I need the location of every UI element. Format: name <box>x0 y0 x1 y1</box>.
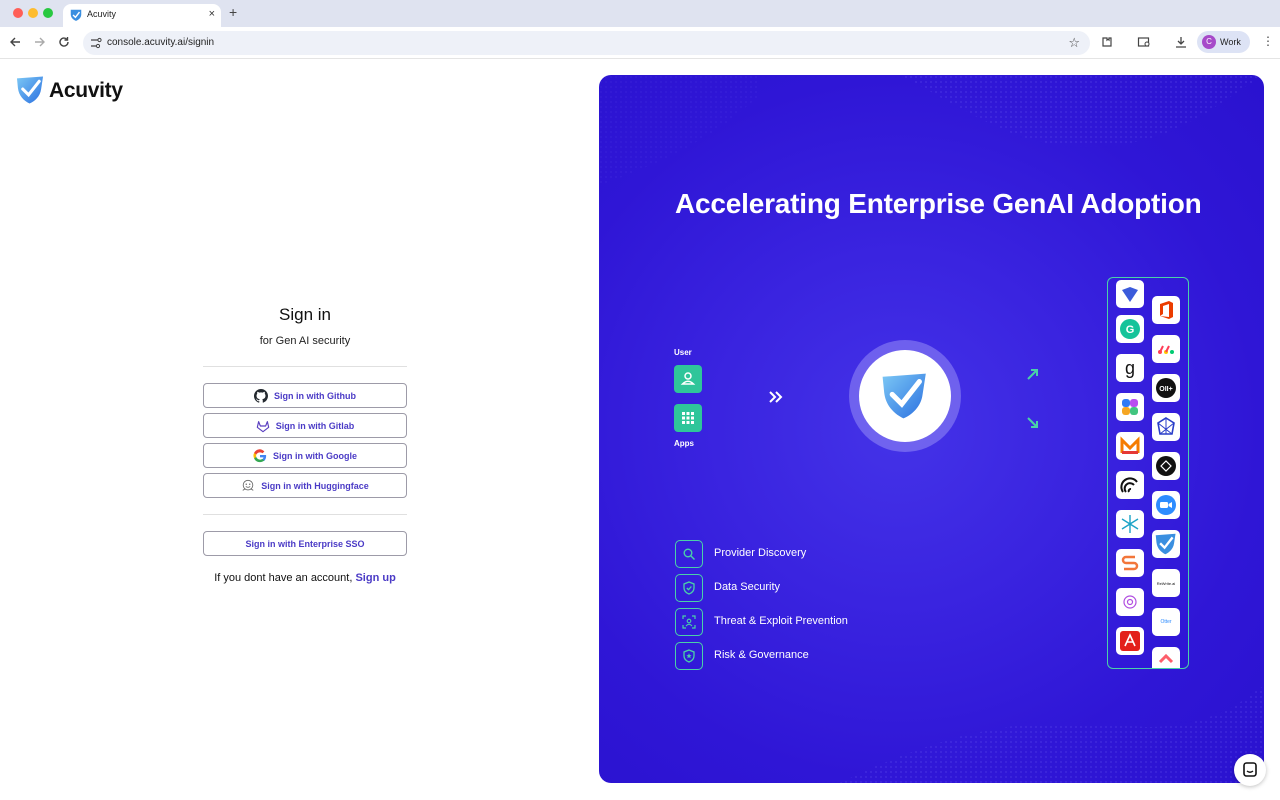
hero-panel: Accelerating Enterprise GenAI Adoption U… <box>599 75 1264 783</box>
feature-label: Risk & Governance <box>714 649 809 661</box>
enterprise-sso-label: Sign in with Enterprise SSO <box>245 538 365 549</box>
tab-title: Acuvity <box>87 9 117 19</box>
enterprise-sso-button[interactable]: Sign in with Enterprise SSO <box>203 531 407 556</box>
google-icon <box>253 448 267 462</box>
perplexity-logo <box>1116 471 1144 499</box>
tab-close-icon[interactable]: × <box>209 7 215 21</box>
meta-ai-logo <box>1152 413 1180 441</box>
signin-subtitle: for Gen AI security <box>259 335 351 347</box>
feature-icon-box <box>675 642 703 670</box>
glean-logo: g <box>1116 354 1144 382</box>
browser-toolbar: console.acuvity.ai/signin ☆ C Work ⋮ <box>0 27 1280 59</box>
brand-name: Acuvity <box>49 79 123 102</box>
chat-launcher-button[interactable] <box>1234 754 1266 786</box>
gitlab-signin-button[interactable]: Sign in with Gitlab <box>203 413 407 438</box>
browser-tab[interactable]: Acuvity × <box>63 4 221 27</box>
github-signin-button[interactable]: Sign in with Github <box>203 383 407 408</box>
office-logo <box>1152 296 1180 324</box>
svg-text:G: G <box>1126 324 1135 336</box>
forward-arrow-icon[interactable] <box>34 36 46 48</box>
acuvity-shield-icon <box>882 373 926 419</box>
github-signin-label: Sign in with Github <box>274 390 356 401</box>
feature-icon-box <box>675 608 703 636</box>
download-icon[interactable] <box>1174 35 1188 49</box>
extensions-icon[interactable] <box>1100 35 1114 49</box>
svg-text:OII+: OII+ <box>1159 386 1172 393</box>
avatar: C <box>1202 35 1216 49</box>
profile-button[interactable]: C Work <box>1197 31 1250 53</box>
gitlab-signin-label: Sign in with Gitlab <box>275 420 355 431</box>
acrobat-logo <box>1116 627 1144 655</box>
grammarly-logo: G <box>1116 315 1144 343</box>
smartling-logo <box>1116 549 1144 577</box>
zoom-logo <box>1152 491 1180 519</box>
feature-icon-box <box>675 574 703 602</box>
gitlab-icon <box>256 420 270 432</box>
openai-logo <box>1152 452 1180 480</box>
feature-label: Threat & Exploit Prevention <box>714 615 848 627</box>
acuvity-small-logo <box>1152 530 1180 558</box>
provider-logos-panel: G g OII+ ReWrite.ai Otter <box>1107 277 1189 669</box>
user-tile <box>674 365 702 393</box>
rewrite-logo: ReWrite.ai <box>1152 569 1180 597</box>
search-icon <box>683 548 695 560</box>
feature-label: Data Security <box>714 581 781 593</box>
browser-menu-icon[interactable]: ⋮ <box>1262 34 1274 48</box>
otter-logo: Otter <box>1152 608 1180 636</box>
google-signin-label: Sign in with Google <box>273 450 357 461</box>
moveworks-logo <box>1116 432 1144 460</box>
claude-logo <box>1116 588 1144 616</box>
acuvity-shield-icon <box>16 76 44 104</box>
new-tab-button[interactable]: + <box>229 4 237 20</box>
apps-tile <box>674 404 702 432</box>
signin-title: Sign in <box>279 305 331 324</box>
hero-title: Accelerating Enterprise GenAI Adoption <box>675 188 1202 219</box>
github-icon <box>254 388 268 403</box>
shield-check-icon <box>683 581 695 595</box>
divider <box>203 514 407 515</box>
cursor-logo <box>1116 510 1144 538</box>
apps-label: Apps <box>674 439 694 448</box>
scan-user-icon <box>682 615 696 629</box>
google-signin-button[interactable]: Sign in with Google <box>203 443 407 468</box>
feature-label: Provider Discovery <box>714 547 807 559</box>
signup-row: If you dont have an account, Sign up <box>203 572 407 584</box>
otter-logo-text: Otter <box>1160 619 1172 625</box>
huggingface-icon <box>242 479 254 491</box>
minimize-window-button[interactable] <box>28 8 38 18</box>
site-settings-icon[interactable] <box>89 36 103 50</box>
ollama-logo: OII+ <box>1152 374 1180 402</box>
signup-link[interactable]: Sign up <box>355 572 395 584</box>
huggingface-signin-label: Sign in with Huggingface <box>261 480 369 491</box>
browser-tab-bar: Acuvity × + <box>0 0 1280 27</box>
clickup-logo <box>1152 647 1180 668</box>
apps-grid-icon <box>682 412 694 424</box>
huggingface-signin-button[interactable]: Sign in with Huggingface <box>203 473 407 498</box>
chat-icon <box>1243 762 1257 777</box>
user-icon <box>680 372 696 385</box>
arrow-up-right-icon <box>1027 369 1038 380</box>
divider <box>203 366 407 367</box>
arrow-down-right-icon <box>1027 417 1038 428</box>
maximize-window-button[interactable] <box>43 8 53 18</box>
bookmark-star-icon[interactable]: ☆ <box>1068 35 1080 51</box>
signup-prompt: If you dont have an account, <box>214 572 353 584</box>
double-chevron-right-icon <box>769 391 783 403</box>
acuvity-favicon-icon <box>70 9 82 21</box>
address-bar[interactable]: console.acuvity.ai/signin ☆ <box>83 31 1090 55</box>
shield-star-icon <box>683 649 695 663</box>
back-arrow-icon[interactable] <box>9 36 21 48</box>
tab-search-icon[interactable] <box>1137 35 1151 49</box>
rewrite-logo-text: ReWrite.ai <box>1156 580 1176 586</box>
gemini-logo <box>1116 280 1144 308</box>
url-text[interactable]: console.acuvity.ai/signin <box>107 37 214 48</box>
close-window-button[interactable] <box>13 8 23 18</box>
profile-label: Work <box>1220 37 1241 47</box>
user-label: User <box>674 348 692 357</box>
reload-icon[interactable] <box>58 36 70 48</box>
monday-logo <box>1152 335 1180 363</box>
feature-icon-box <box>675 540 703 568</box>
svg-text:g: g <box>1125 358 1135 378</box>
copilot-logo <box>1116 393 1144 421</box>
